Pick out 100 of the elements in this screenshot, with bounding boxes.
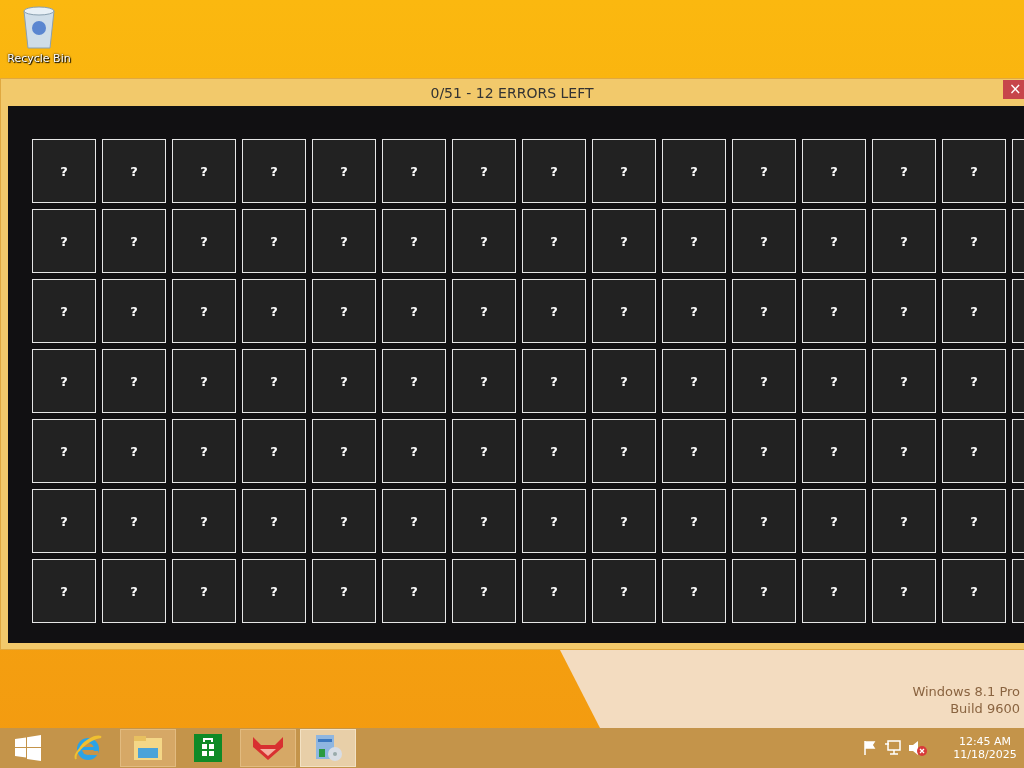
- hidden-tile[interactable]: ?: [802, 489, 866, 553]
- hidden-tile[interactable]: ?: [242, 559, 306, 623]
- hidden-tile[interactable]: ?: [452, 559, 516, 623]
- network-icon[interactable]: [884, 740, 902, 756]
- hidden-tile[interactable]: ?: [172, 139, 236, 203]
- hidden-tile[interactable]: ?: [102, 279, 166, 343]
- hidden-tile[interactable]: ?: [32, 279, 96, 343]
- hidden-tile[interactable]: ?: [382, 279, 446, 343]
- hidden-tile[interactable]: ?: [872, 419, 936, 483]
- hidden-tile[interactable]: ?: [102, 209, 166, 273]
- recycle-bin-icon[interactable]: [21, 6, 57, 50]
- hidden-tile[interactable]: ?: [172, 419, 236, 483]
- hidden-tile[interactable]: ?: [732, 139, 796, 203]
- hidden-tile[interactable]: ?: [522, 139, 586, 203]
- hidden-tile[interactable]: ?: [662, 139, 726, 203]
- hidden-tile[interactable]: ?: [592, 419, 656, 483]
- hidden-tile[interactable]: ?: [522, 559, 586, 623]
- hidden-tile[interactable]: ?: [942, 139, 1006, 203]
- hidden-tile[interactable]: ?: [32, 419, 96, 483]
- hidden-tile[interactable]: ?: [872, 489, 936, 553]
- hidden-tile[interactable]: ?: [872, 279, 936, 343]
- hidden-tile[interactable]: ?: [942, 489, 1006, 553]
- hidden-tile[interactable]: ?: [942, 559, 1006, 623]
- hidden-tile[interactable]: ?: [802, 419, 866, 483]
- hidden-tile[interactable]: ?: [242, 279, 306, 343]
- store-bag-icon[interactable]: [194, 734, 222, 762]
- hidden-tile[interactable]: ?: [102, 489, 166, 553]
- hidden-tile[interactable]: ?: [452, 279, 516, 343]
- hidden-tile[interactable]: ?: [732, 349, 796, 413]
- hidden-tile[interactable]: ?: [382, 559, 446, 623]
- muted-speaker-icon[interactable]: [908, 739, 928, 757]
- hidden-tile[interactable]: ?: [592, 559, 656, 623]
- flag-icon[interactable]: [862, 740, 878, 756]
- hidden-tile[interactable]: ?: [732, 489, 796, 553]
- hidden-tile[interactable]: ?: [592, 349, 656, 413]
- hidden-tile[interactable]: ?: [242, 209, 306, 273]
- hidden-tile[interactable]: ?: [242, 139, 306, 203]
- close-button[interactable]: ×: [1003, 80, 1024, 99]
- hidden-tile[interactable]: ?: [312, 559, 376, 623]
- hidden-tile[interactable]: ?: [32, 489, 96, 553]
- hidden-tile[interactable]: ?: [32, 349, 96, 413]
- hidden-tile[interactable]: ?: [592, 139, 656, 203]
- hidden-tile[interactable]: ?: [802, 559, 866, 623]
- hidden-tile[interactable]: ?: [382, 419, 446, 483]
- hidden-tile[interactable]: ?: [32, 559, 96, 623]
- hidden-tile[interactable]: ?: [172, 489, 236, 553]
- hidden-tile[interactable]: ?: [312, 209, 376, 273]
- taskbar-button[interactable]: [120, 729, 176, 767]
- hidden-tile[interactable]: ?: [452, 139, 516, 203]
- hidden-tile[interactable]: ?: [802, 279, 866, 343]
- hidden-tile[interactable]: ?: [522, 489, 586, 553]
- hidden-tile[interactable]: ?: [312, 139, 376, 203]
- hidden-tile[interactable]: ?: [872, 349, 936, 413]
- hidden-tile[interactable]: ?: [242, 419, 306, 483]
- hidden-tile[interactable]: ?: [942, 279, 1006, 343]
- hidden-tile[interactable]: ?: [382, 209, 446, 273]
- hidden-tile[interactable]: ?: [452, 419, 516, 483]
- hidden-tile[interactable]: ?: [522, 349, 586, 413]
- hidden-tile[interactable]: ?: [592, 209, 656, 273]
- hidden-tile[interactable]: ?: [452, 209, 516, 273]
- folder-icon[interactable]: [132, 734, 164, 762]
- hidden-tile[interactable]: ?: [802, 209, 866, 273]
- hidden-tile[interactable]: ?: [102, 559, 166, 623]
- hidden-tile[interactable]: ?: [732, 209, 796, 273]
- hidden-tile[interactable]: ?: [102, 139, 166, 203]
- hidden-tile[interactable]: ?: [382, 349, 446, 413]
- hidden-tile[interactable]: ?: [592, 279, 656, 343]
- hidden-tile[interactable]: ?: [732, 279, 796, 343]
- hidden-tile[interactable]: ?: [32, 209, 96, 273]
- hidden-tile[interactable]: ?: [32, 139, 96, 203]
- taskbar-button[interactable]: [240, 729, 296, 767]
- hidden-tile[interactable]: ?: [312, 419, 376, 483]
- hidden-tile[interactable]: ?: [942, 419, 1006, 483]
- hidden-tile[interactable]: ?: [522, 209, 586, 273]
- hidden-tile[interactable]: ?: [102, 419, 166, 483]
- hidden-tile[interactable]: ?: [942, 209, 1006, 273]
- hidden-tile[interactable]: ?: [942, 349, 1006, 413]
- hidden-tile[interactable]: ?: [172, 209, 236, 273]
- hidden-tile[interactable]: ?: [452, 349, 516, 413]
- hidden-tile[interactable]: ?: [802, 139, 866, 203]
- hidden-tile[interactable]: ?: [522, 279, 586, 343]
- hidden-tile[interactable]: ?: [242, 349, 306, 413]
- hidden-tile[interactable]: ?: [872, 559, 936, 623]
- hidden-tile[interactable]: ?: [662, 349, 726, 413]
- taskbar-button[interactable]: [300, 729, 356, 767]
- app-window-icon[interactable]: [313, 733, 343, 763]
- hidden-tile[interactable]: ?: [172, 349, 236, 413]
- hidden-tile[interactable]: ?: [172, 559, 236, 623]
- hidden-tile[interactable]: ?: [312, 489, 376, 553]
- fox-head-icon[interactable]: [251, 735, 285, 761]
- hidden-tile[interactable]: ?: [662, 209, 726, 273]
- windows-logo-icon[interactable]: [15, 735, 41, 761]
- hidden-tile[interactable]: ?: [662, 559, 726, 623]
- hidden-tile[interactable]: ?: [872, 209, 936, 273]
- hidden-tile[interactable]: ?: [102, 349, 166, 413]
- hidden-tile[interactable]: ?: [662, 279, 726, 343]
- hidden-tile[interactable]: ?: [732, 419, 796, 483]
- hidden-tile[interactable]: ?: [592, 489, 656, 553]
- hidden-tile[interactable]: ?: [382, 489, 446, 553]
- hidden-tile[interactable]: ?: [662, 419, 726, 483]
